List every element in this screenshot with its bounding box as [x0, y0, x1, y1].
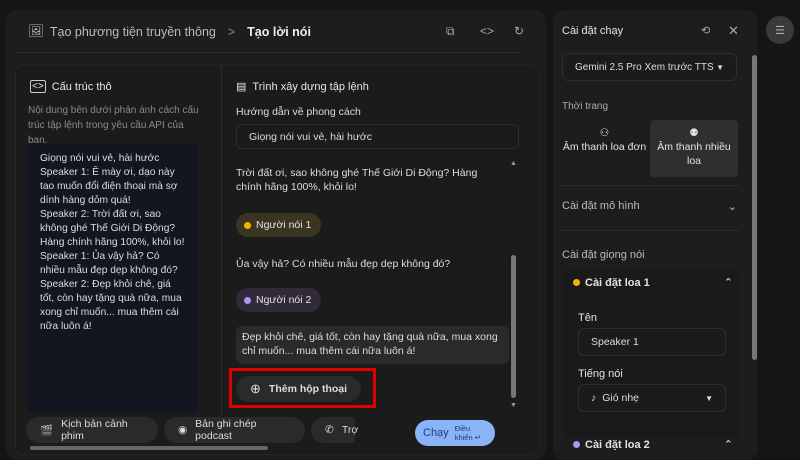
speaker1-title: Cài đặt loa 1 [585, 276, 650, 289]
speaker1-settings-header[interactable]: Cài đặt loa 1 ⌃ [573, 276, 733, 289]
person-icon: ⚇ [599, 127, 610, 139]
breadcrumb: 🖼 Tạo phương tiện truyền thông > Tạo lời… [28, 24, 311, 39]
refresh-icon[interactable]: ↻ [514, 24, 524, 38]
model-settings-toggle[interactable]: Cài đặt mô hình ⌄ [562, 200, 737, 213]
script-icon: ▤ [236, 81, 247, 93]
speaker2-dot [573, 441, 580, 448]
template-assistant[interactable]: ✆ Trợ [311, 417, 359, 443]
voice-label: Tiếng nói [578, 368, 623, 380]
raw-section-title: <> Cấu trúc thô [30, 80, 112, 93]
dialog-line-3[interactable]: Đẹp khỏi chê, giá tốt, còn hay tặng quà … [236, 326, 509, 364]
mode-multi-label: Âm thanh nhiều loa [657, 141, 731, 167]
divider [15, 52, 520, 53]
template-label: Kịch bản cảnh phim [61, 418, 128, 442]
scroll-up-icon[interactable]: ▲ [510, 160, 517, 167]
model-value: Gemini 2.5 Pro Xem trước TTS [575, 61, 714, 73]
run-shortcut: Điều khiển ↵ [454, 424, 481, 442]
add-dialog-button[interactable]: ⊕ Thêm hộp thoại [236, 376, 362, 402]
chevron-up-icon: ⌃ [723, 277, 733, 289]
copy-icon[interactable]: ⧉ [446, 24, 455, 39]
settings-title: Cài đặt chạy [562, 25, 624, 37]
raw-title: Cấu trúc thô [51, 80, 112, 93]
raw-content: Giọng nói vui vẻ, hài hước Speaker 1: Ê … [28, 143, 198, 413]
tune-settings-button[interactable]: ☰ [766, 16, 794, 44]
speaker1-dot [244, 221, 251, 229]
template-scene-script[interactable]: 🎬 Kịch bản cảnh phim [26, 417, 158, 443]
builder-scrollbar[interactable] [511, 255, 516, 398]
dialog-line-1[interactable]: Trời đất ơi, sao không ghé Thế Giới Di Đ… [236, 166, 501, 194]
speaker2-dot [244, 296, 251, 304]
speaker2-label: Người nói 2 [256, 294, 312, 306]
voice-value: Gió nhẹ [602, 392, 640, 404]
voice-icon: ♪ [591, 392, 597, 404]
people-icon: ⚉ [689, 127, 699, 139]
mode-single-label: Âm thanh loa đơn [562, 141, 647, 153]
voice-settings-label: Cài đặt giọng nói [562, 249, 645, 261]
raw-description: Nội dung bên dưới phản ánh cách cấu trúc… [28, 105, 199, 146]
scroll-down-icon[interactable]: ▼ [510, 402, 517, 409]
plus-circle-icon: ⊕ [250, 381, 261, 396]
podcast-icon: ◉ [178, 424, 188, 436]
model-select[interactable]: Gemini 2.5 Pro Xem trước TTS ▼ [562, 53, 737, 81]
horizontal-scrollbar[interactable] [30, 446, 268, 450]
speaker1-dot [573, 279, 580, 286]
speaker-name-input[interactable]: Speaker 1 [578, 328, 726, 356]
reset-icon[interactable]: ⟲ [701, 24, 710, 37]
breadcrumb-parent[interactable]: Tạo phương tiện truyền thông [50, 25, 216, 39]
model-settings-label: Cài đặt mô hình [562, 200, 640, 212]
run-button[interactable]: Chạy Điều khiển ↵ [415, 420, 495, 446]
sliders-icon: ☰ [775, 24, 785, 37]
phone-icon: ✆ [325, 424, 334, 436]
dropdown-icon: ▼ [705, 393, 713, 403]
builder-section-title: ▤ Trình xây dựng tập lệnh [236, 80, 369, 94]
builder-title: Trình xây dựng tập lệnh [252, 80, 369, 93]
add-dialog-label: Thêm hộp thoại [268, 383, 348, 395]
column-divider [221, 66, 222, 416]
mode-multi-speaker[interactable]: ⚉ Âm thanh nhiều loa [650, 120, 738, 177]
chevron-down-icon: ⌄ [727, 201, 737, 213]
code-icon[interactable]: <> [480, 24, 494, 38]
clapperboard-icon: 🎬 [40, 424, 54, 437]
template-label: Bản ghi chép podcast [195, 418, 257, 442]
speaker2-title: Cài đặt loa 2 [585, 438, 650, 451]
settings-scrollbar[interactable] [752, 55, 757, 360]
template-podcast[interactable]: ◉ Bản ghi chép podcast [164, 417, 305, 443]
name-label: Tên [578, 312, 597, 324]
speaker2-settings-header[interactable]: Cài đặt loa 2 ⌃ [573, 438, 733, 451]
style-input[interactable]: Giọng nói vui vẻ, hài hước [236, 124, 519, 149]
mode-label: Thời trang [562, 101, 609, 112]
page-title: Tạo lời nói [247, 24, 311, 39]
mode-single-speaker[interactable]: ⚇ Âm thanh loa đơn [562, 120, 647, 177]
chevron-up-icon: ⌃ [723, 439, 733, 451]
breadcrumb-separator: > [227, 24, 236, 39]
image-icon: 🖼 [28, 24, 44, 38]
run-label: Chạy [423, 427, 449, 439]
speaker1-label: Người nói 1 [256, 219, 312, 231]
divider [562, 185, 739, 186]
speaker-chip-1[interactable]: Người nói 1 [236, 213, 322, 237]
dropdown-icon: ▼ [716, 62, 724, 72]
close-icon[interactable]: ✕ [728, 23, 739, 39]
template-label: Trợ [341, 424, 359, 436]
divider [562, 230, 739, 231]
code-box-icon: <> [30, 80, 46, 93]
style-label: Hướng dẫn về phong cách [236, 106, 361, 118]
voice-select[interactable]: ♪ Gió nhẹ ▼ [578, 384, 726, 412]
dialog-line-2[interactable]: Ủa vậy hả? Có nhiều mẫu đẹp dẹp không đó… [236, 257, 450, 271]
speaker-chip-2[interactable]: Người nói 2 [236, 288, 322, 312]
